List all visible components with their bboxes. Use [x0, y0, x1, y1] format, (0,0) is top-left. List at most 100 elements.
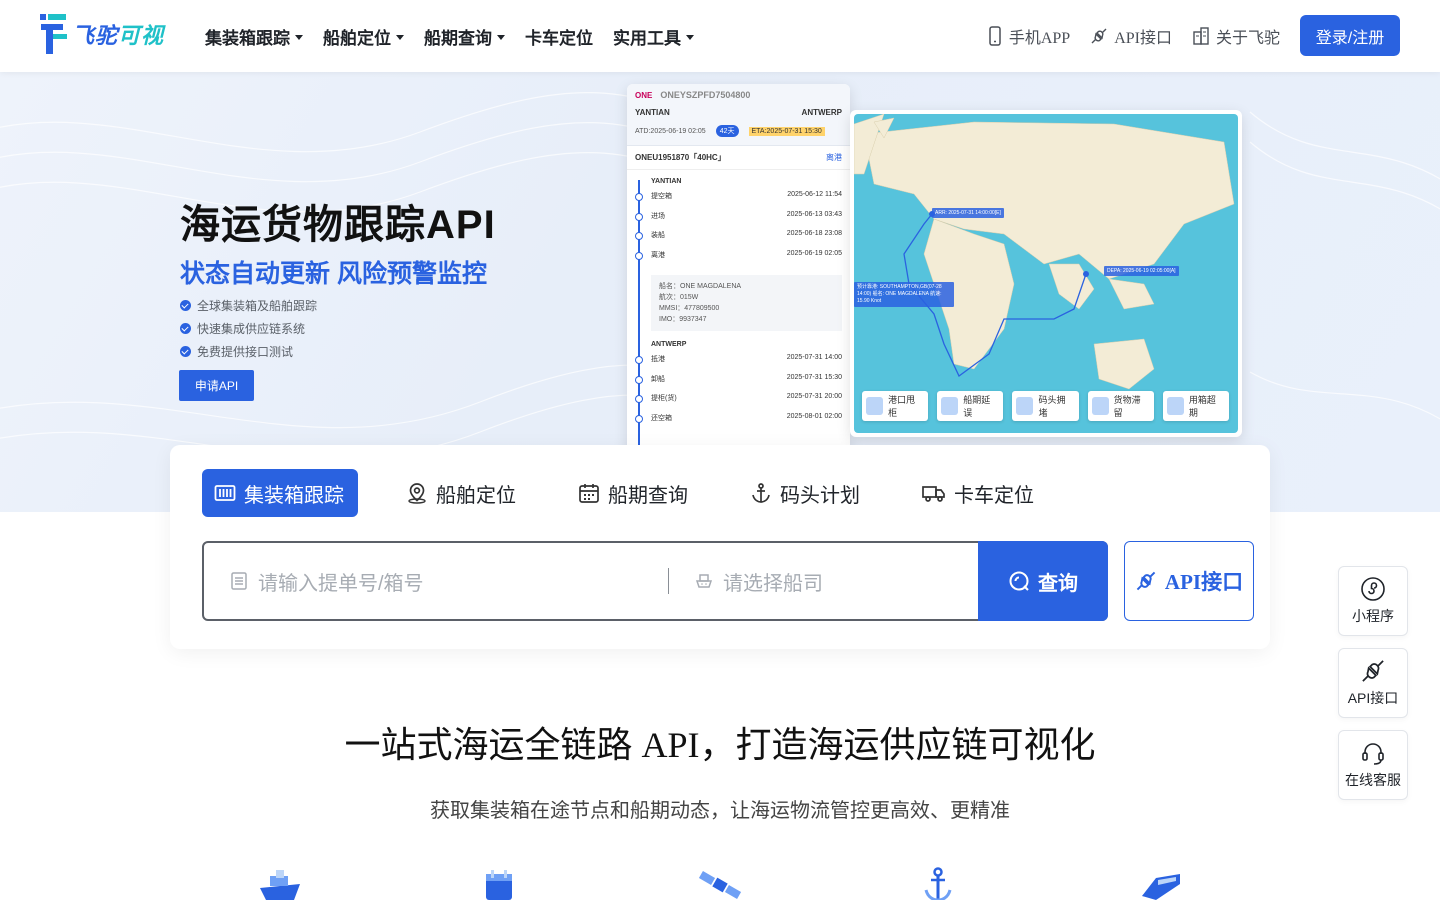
days-badge: 42天 — [715, 125, 739, 137]
api-button[interactable]: API接口 — [1124, 541, 1254, 621]
world-map-illustration — [854, 114, 1235, 390]
check-circle-icon — [180, 300, 191, 311]
check-circle-icon — [180, 346, 191, 357]
timeline-event: 进场 2025-06-13 03:43 — [635, 211, 842, 231]
timeline-line — [638, 180, 640, 454]
carrier-select[interactable]: 请选择船司 — [669, 543, 979, 619]
eta-badge: ETA:2025-07-31 15:30 — [748, 126, 825, 136]
anchor-icon — [752, 483, 770, 503]
tab-vessel-location[interactable]: 船舶定位 — [392, 469, 530, 517]
float-mini-program[interactable]: 小程序 — [1338, 566, 1408, 636]
feature-icons-row — [0, 866, 1440, 900]
logo-text: 飞驼可视 — [72, 23, 165, 48]
terminal-icon — [1016, 397, 1034, 415]
search-button[interactable]: 查询 — [978, 541, 1108, 621]
chevron-down-icon — [497, 34, 505, 40]
cargo-icon — [1091, 397, 1109, 415]
timeline-event: 离港 2025-06-19 02:05 — [635, 250, 842, 270]
anchor-icon — [924, 867, 952, 900]
tab-schedule-query[interactable]: 船期查询 — [564, 469, 702, 517]
event-timeline: YANTIAN 提空箱 2025-06-12 11:54 进场 2025-06-13… — [627, 170, 850, 454]
nav-truck-location[interactable]: 卡车定位 — [525, 24, 593, 49]
plug-icon — [1136, 571, 1156, 591]
nav-mobile-app[interactable]: 手机APP — [987, 24, 1070, 48]
nav-api[interactable]: API接口 — [1090, 24, 1172, 48]
check-circle-icon — [180, 323, 191, 334]
tab-container-tracking[interactable]: 集装箱跟踪 — [202, 469, 358, 517]
main-nav: 集装箱跟踪 船舶定位 船期查询 卡车定位 实用工具 — [205, 0, 714, 72]
risk-tag: 货物滞留 — [1087, 391, 1154, 421]
timeline-port: ANTWERP — [651, 341, 687, 348]
train-icon — [1142, 874, 1180, 900]
timeline-event: 还空箱 2025-08-01 02:00 — [635, 413, 842, 433]
location-pin-icon — [408, 483, 426, 504]
chevron-down-icon — [396, 34, 404, 40]
container-row: ONEU1951870「40HC」 离港 — [627, 146, 850, 170]
search-tabs: 集装箱跟踪 船舶定位 船期查询 码头计划 卡车定位 — [202, 469, 1082, 517]
risk-tags: 港口甩柜 船期延误 码头拥堵 货物滞留 用箱超期 — [862, 391, 1238, 421]
map-label-current: 预计靠港: SOUTHAMPTON,GB(07-28 14:00) 船名: ON… — [854, 282, 954, 307]
calendar-icon — [486, 870, 512, 900]
ship-icon — [941, 397, 959, 415]
ship-icon — [695, 574, 713, 588]
calendar-icon — [579, 484, 599, 503]
origin-port: YANTIAN — [635, 108, 670, 117]
site-logo[interactable]: 飞驼可视 — [38, 12, 164, 56]
plug-icon — [1362, 660, 1384, 682]
login-register-button[interactable]: 登录/注册 — [1300, 15, 1400, 56]
nav-schedule-query[interactable]: 船期查询 — [424, 24, 505, 49]
logo-mark-icon — [40, 14, 67, 54]
mock-header: ONE ONEYSZPFD7504800 YANTIAN ANTWERP ATD:2… — [627, 84, 850, 146]
hero-feature-list: 全球集装箱及船舶跟踪 快速集成供应链系统 免费提供接口测试 — [180, 294, 317, 363]
route-map-mockup: ARR: 2025-07-31 14:00:00[E] DEPA: 2025-0… — [850, 110, 1242, 437]
list-item: 免费提供接口测试 — [180, 340, 317, 363]
nav-container-tracking[interactable]: 集装箱跟踪 — [205, 24, 303, 49]
top-header: 飞驼可视 集装箱跟踪 船舶定位 船期查询 卡车定位 实用工具 手机APP API… — [0, 0, 1440, 72]
timeline-event: 提柜(货) 2025-07-31 20:00 — [635, 393, 842, 413]
mini-program-icon — [1361, 577, 1385, 601]
float-api[interactable]: API接口 — [1338, 648, 1408, 718]
nav-vessel-location[interactable]: 船舶定位 — [323, 24, 404, 49]
chevron-down-icon — [295, 34, 303, 40]
right-nav: 手机APP API接口 关于飞驼 登录/注册 — [987, 15, 1400, 56]
timeline-port: YANTIAN — [651, 178, 682, 185]
carrier-logo: ONE — [635, 91, 653, 100]
plug-icon — [1091, 28, 1107, 43]
ship-icon — [260, 870, 300, 900]
search-card: 集装箱跟踪 船舶定位 船期查询 码头计划 卡车定位 请输入提单号/箱号 请选择船… — [170, 445, 1270, 649]
bl-container-input[interactable]: 请输入提单号/箱号 — [204, 543, 668, 619]
search-icon — [1009, 571, 1029, 591]
risk-tag: 码头拥堵 — [1012, 391, 1079, 421]
destination-port: ANTWERP — [801, 108, 842, 117]
list-item: 快速集成供应链系统 — [180, 317, 317, 340]
vessel-info: 船名：ONE MAGDALENA 航次：015W MMSI：477809500 IMO… — [651, 275, 842, 331]
headset-icon — [1362, 743, 1384, 765]
building-icon — [1193, 26, 1209, 45]
section-title: 一站式海运全链路 API，打造海运供应链可视化 — [344, 725, 1096, 765]
list-item: 全球集装箱及船舶跟踪 — [180, 294, 317, 317]
tracking-detail-mockup: ONE ONEYSZPFD7504800 YANTIAN ANTWERP ATD:2… — [627, 84, 850, 454]
document-icon — [231, 572, 247, 590]
hero-subtitle: 状态自动更新 风险预警监控 — [180, 260, 487, 288]
float-customer-service[interactable]: 在线客服 — [1338, 730, 1408, 800]
nav-about[interactable]: 关于飞驼 — [1192, 24, 1280, 48]
nav-tools[interactable]: 实用工具 — [613, 24, 694, 49]
bl-number: ONEYSZPFD7504800 — [660, 90, 751, 100]
port-icon — [866, 397, 884, 415]
container-icon — [1166, 397, 1184, 415]
risk-tag: 用箱超期 — [1162, 391, 1230, 421]
timeline-event: 抵港 2025-07-31 14:00 — [635, 354, 842, 374]
phone-icon — [989, 25, 1001, 46]
tab-truck-location[interactable]: 卡车定位 — [908, 469, 1048, 517]
risk-tag: 港口甩柜 — [862, 391, 929, 421]
tab-terminal-plan[interactable]: 码头计划 — [736, 469, 874, 517]
apply-api-button[interactable]: 申请API — [179, 370, 254, 401]
search-box: 请输入提单号/箱号 请选择船司 — [202, 541, 1108, 621]
map-label-departure: DEPA: 2025-06-19 02:05:00[A] — [1104, 266, 1179, 276]
section-subtitle: 获取集装箱在途节点和船期动态，让海运物流管控更高效、更精准 — [430, 800, 1010, 822]
risk-tag: 船期延误 — [937, 391, 1004, 421]
atd-text: ATD:2025-06-19 02:05 — [635, 127, 706, 135]
hero-title: 海运货物跟踪API — [180, 203, 496, 247]
world-map: ARR: 2025-07-31 14:00:00[E] DEPA: 2025-0… — [854, 114, 1238, 433]
timeline-event: 提空箱 2025-06-12 11:54 — [635, 191, 842, 211]
